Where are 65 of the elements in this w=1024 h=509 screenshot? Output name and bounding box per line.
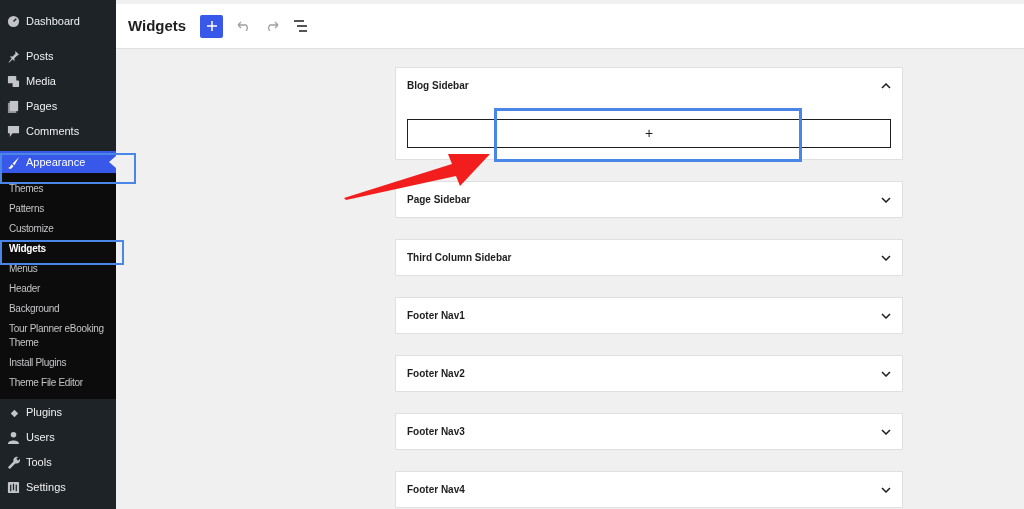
submenu-item[interactable]: Install Plugins xyxy=(0,353,116,373)
page-title: Widgets xyxy=(128,15,187,36)
submenu-item[interactable]: Patterns xyxy=(0,199,116,219)
menu-label: Comments xyxy=(26,124,80,140)
panel-title: Footer Nav4 xyxy=(407,483,465,497)
menu-item[interactable]: Media xyxy=(0,72,116,91)
panel-title: Third Column Sidebar xyxy=(407,251,512,265)
panel-toggle[interactable]: Page Sidebar xyxy=(396,182,902,217)
menu-item[interactable]: Dashboard xyxy=(0,12,116,31)
menu-label: Pages xyxy=(26,99,58,115)
submenu-item[interactable]: Theme File Editor xyxy=(0,373,116,393)
menu-label: Plugins xyxy=(26,405,63,421)
menu-label: Dashboard xyxy=(26,14,80,30)
panel-title: Footer Nav3 xyxy=(407,425,465,439)
speech-bubble-icon xyxy=(7,125,20,138)
submenu-item[interactable]: Header xyxy=(0,279,116,299)
gauge-icon xyxy=(7,15,20,28)
chevron-down-icon xyxy=(881,370,891,377)
menu-label: Media xyxy=(26,74,56,90)
panel-toggle[interactable]: Third Column Sidebar xyxy=(396,240,902,275)
menu-item[interactable]: Tools xyxy=(0,453,116,472)
menu-label: Posts xyxy=(26,49,54,65)
chevron-down-icon xyxy=(881,196,891,203)
panel-title: Page Sidebar xyxy=(407,193,471,207)
panel-toggle[interactable]: Footer Nav1 xyxy=(396,298,902,333)
submenu-item[interactable]: Themes xyxy=(0,179,116,199)
submenu-item[interactable]: Customize xyxy=(0,219,116,239)
chevron-up-icon xyxy=(881,82,891,89)
submenu-item[interactable]: Background xyxy=(0,299,116,319)
submenu-item[interactable]: Tour Planner eBooking Theme xyxy=(0,319,116,353)
menu-item[interactable]: Pages xyxy=(0,97,116,116)
panel-toggle[interactable]: Footer Nav4 xyxy=(396,472,902,507)
chevron-down-icon xyxy=(881,254,891,261)
panel-toggle[interactable]: Footer Nav3 xyxy=(396,414,902,449)
menu-label: Appearance xyxy=(26,154,86,170)
menu-label: Users xyxy=(26,430,55,446)
brush-icon xyxy=(7,155,20,169)
pin-icon xyxy=(7,50,20,63)
add-block-button[interactable] xyxy=(200,14,224,38)
menu-item[interactable]: Posts xyxy=(0,47,116,66)
redo-icon[interactable] xyxy=(265,21,280,31)
menu-label: Settings xyxy=(26,480,66,496)
menu-item[interactable]: Settings xyxy=(0,478,116,497)
panel-title: Footer Nav1 xyxy=(407,309,465,323)
user-icon xyxy=(7,431,20,444)
list-view-icon[interactable] xyxy=(293,20,310,32)
add-block-button[interactable]: + xyxy=(407,119,891,148)
pages-icon xyxy=(7,100,20,113)
media-icon xyxy=(7,75,20,88)
panel-title: Footer Nav2 xyxy=(407,367,465,381)
menu-label: Tools xyxy=(26,455,52,471)
menu-item[interactable]: Users xyxy=(0,428,116,447)
panel-title: Blog Sidebar xyxy=(407,79,469,93)
plus-icon xyxy=(205,20,218,32)
menu-item[interactable]: Comments xyxy=(0,122,116,141)
chevron-down-icon xyxy=(881,486,891,493)
submenu-item[interactable]: Widgets xyxy=(0,239,116,259)
chevron-down-icon xyxy=(881,428,891,435)
chevron-down-icon xyxy=(881,312,891,319)
panel-toggle[interactable]: Blog Sidebar xyxy=(396,68,902,103)
panel-toggle[interactable]: Footer Nav2 xyxy=(396,356,902,391)
submenu-item[interactable]: Menus xyxy=(0,259,116,279)
sliders-icon xyxy=(7,481,20,494)
wrench-icon xyxy=(7,456,20,469)
menu-item[interactable]: Plugins xyxy=(0,403,116,422)
